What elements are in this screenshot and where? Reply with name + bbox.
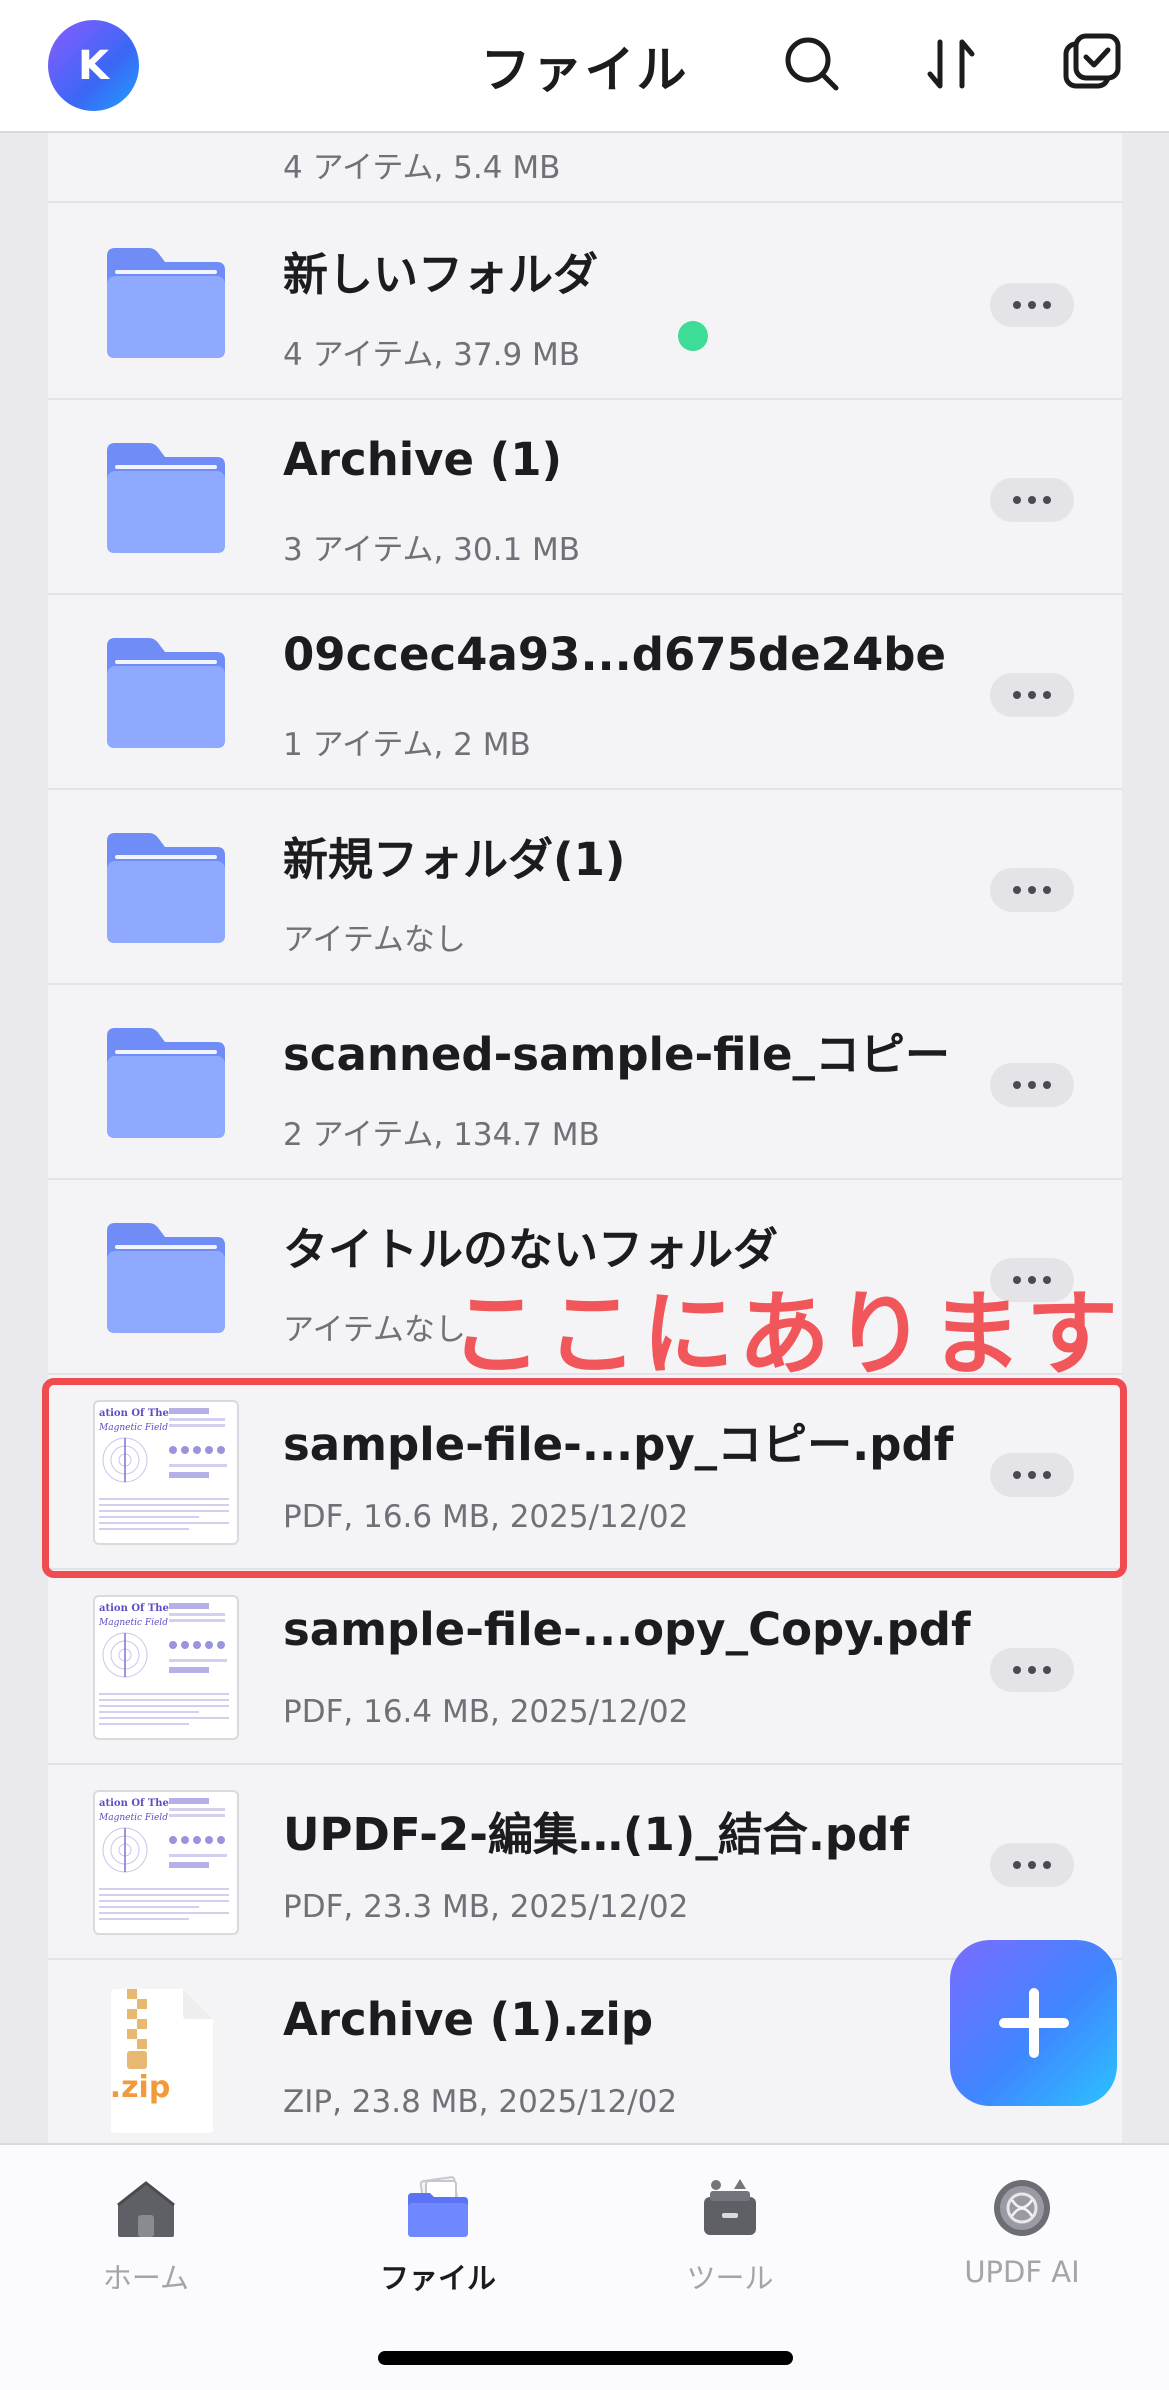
list-item[interactable]: 09ccec4a93...d675de24be 1 アイテム, 2 MB — [48, 595, 1122, 790]
sync-status-dot — [678, 321, 708, 351]
file-meta: PDF, 16.4 MB, 2025/12/02 — [283, 1694, 689, 1730]
file-meta: アイテムなし — [283, 1312, 466, 1348]
list-item[interactable]: scanned-sample-file_コピー 2 アイテム, 134.7 MB — [48, 985, 1122, 1180]
list-item[interactable]: 新規フォルダ(1) アイテムなし — [48, 790, 1122, 985]
file-list: 4 アイテム, 5.4 MB 新しいフォルダ 4 アイテム, 37.9 MB A… — [48, 133, 1122, 2143]
file-meta: PDF, 23.3 MB, 2025/12/02 — [283, 1889, 689, 1925]
tab-label: ホーム — [102, 2261, 190, 2295]
folder-tab-icon — [402, 2175, 474, 2241]
sort-icon[interactable] — [918, 30, 986, 98]
plus-icon — [998, 1988, 1069, 2058]
folder-icon — [101, 441, 231, 556]
folder-icon — [101, 831, 231, 946]
file-title: sample-file-...opy_Copy.pdf — [283, 1603, 971, 1656]
folder-icon — [101, 1221, 231, 1336]
thumb-heading: ation Of The — [99, 1798, 169, 1809]
folder-icon — [101, 1026, 231, 1141]
zip-file-icon — [103, 1985, 218, 2135]
tab-label: UPDF AI — [964, 2255, 1080, 2289]
tab-tools[interactable]: ツール — [630, 2175, 830, 2297]
more-options-button[interactable] — [990, 478, 1074, 522]
top-bar: K ファイル — [0, 0, 1169, 133]
more-options-button[interactable] — [990, 673, 1074, 717]
zip-extension-label: .zip — [109, 2070, 171, 2105]
list-item[interactable]: ation Of The Magnetic Field sample-file-… — [48, 1570, 1122, 1765]
ai-icon — [986, 2175, 1058, 2241]
more-options-button[interactable] — [990, 1648, 1074, 1692]
folder-icon — [101, 246, 231, 361]
list-item[interactable]: 4 アイテム, 5.4 MB — [48, 133, 1122, 203]
thumb-subheading: Magnetic Field — [98, 1813, 168, 1823]
file-title: Archive (1) — [283, 433, 563, 486]
file-meta: 3 アイテム, 30.1 MB — [283, 532, 581, 568]
folder-icon — [101, 636, 231, 751]
file-meta: 4 アイテム, 5.4 MB — [283, 150, 561, 186]
home-indicator — [378, 2351, 793, 2365]
page-title: ファイル — [480, 41, 689, 99]
file-meta: 2 アイテム, 134.7 MB — [283, 1117, 600, 1153]
search-icon[interactable] — [778, 30, 846, 98]
tab-label: ツール — [686, 2261, 774, 2295]
tab-updf-ai[interactable]: UPDF AI — [922, 2175, 1122, 2289]
file-meta: 1 アイテム, 2 MB — [283, 727, 531, 763]
more-options-button[interactable] — [990, 1063, 1074, 1107]
file-meta: 4 アイテム, 37.9 MB — [283, 337, 581, 373]
list-item[interactable]: Archive (1) 3 アイテム, 30.1 MB — [48, 400, 1122, 595]
more-options-button[interactable] — [990, 283, 1074, 327]
file-meta: ZIP, 23.8 MB, 2025/12/02 — [283, 2084, 678, 2120]
file-title: scanned-sample-file_コピー — [283, 1028, 950, 1081]
thumb-heading: ation Of The — [99, 1603, 169, 1614]
file-title: 新規フォルダ(1) — [283, 833, 626, 886]
annotation-text: ここにあります — [450, 1281, 1123, 1388]
file-title: Archive (1).zip — [283, 1993, 654, 2046]
more-options-button[interactable] — [990, 1843, 1074, 1887]
tab-files[interactable]: ファイル — [338, 2175, 538, 2297]
more-options-button[interactable] — [990, 868, 1074, 912]
toolbox-icon — [694, 2175, 766, 2241]
file-title: 09ccec4a93...d675de24be — [283, 628, 946, 681]
select-icon[interactable] — [1058, 30, 1126, 98]
add-button[interactable] — [950, 1940, 1117, 2106]
list-item[interactable]: 新しいフォルダ 4 アイテム, 37.9 MB — [48, 205, 1122, 400]
thumb-subheading: Magnetic Field — [98, 1618, 168, 1628]
file-meta: アイテムなし — [283, 922, 466, 958]
tab-label: ファイル — [379, 2261, 496, 2295]
tab-home[interactable]: ホーム — [46, 2175, 246, 2297]
file-title: 新しいフォルダ — [283, 248, 599, 301]
pdf-thumbnail: ation Of The Magnetic Field — [93, 1790, 239, 1935]
highlight-box — [42, 1378, 1127, 1578]
pdf-thumbnail: ation Of The Magnetic Field — [93, 1595, 239, 1740]
list-item[interactable]: ation Of The Magnetic Field UPDF-2-編集…(1… — [48, 1765, 1122, 1960]
home-icon — [110, 2175, 182, 2241]
file-title: UPDF-2-編集…(1)_結合.pdf — [283, 1808, 909, 1861]
